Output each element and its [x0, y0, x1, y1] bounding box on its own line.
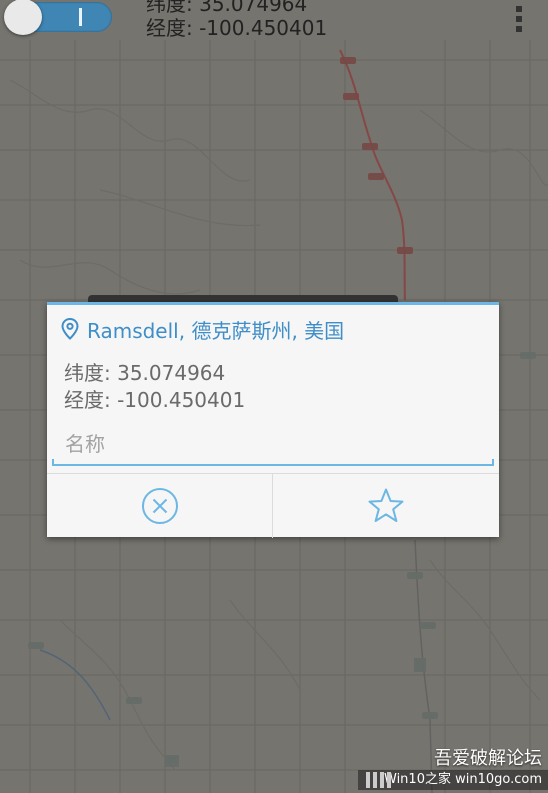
location-pin-icon — [61, 318, 79, 340]
location-dialog: Ramsdell, 德克萨斯州, 美国 纬度: 35.074964 经度: -1… — [47, 302, 499, 538]
top-coordinates: 纬度: 35.074964 经度: -100.450401 — [146, 0, 327, 40]
dialog-longitude: 经度: -100.450401 — [64, 388, 246, 412]
cancel-button[interactable] — [47, 474, 273, 538]
location-toggle[interactable] — [4, 0, 112, 35]
watermark: 吾爱破解论坛 Win10之家 win10go.com — [348, 740, 548, 793]
overflow-menu-icon[interactable] — [515, 4, 523, 34]
top-latitude: 纬度: 35.074964 — [146, 0, 308, 16]
name-input[interactable] — [52, 423, 494, 465]
name-input-underline — [52, 459, 494, 466]
favorite-button[interactable] — [273, 474, 499, 538]
star-icon — [368, 488, 404, 522]
location-title-row: Ramsdell, 德克萨斯州, 美国 — [61, 315, 344, 343]
dialog-latitude: 纬度: 35.074964 — [64, 361, 226, 385]
top-bar: 纬度: 35.074964 经度: -100.450401 — [0, 0, 548, 42]
top-longitude: 经度: -100.450401 — [146, 16, 328, 40]
dialog-button-row — [47, 473, 499, 538]
watermark-stripes — [366, 772, 391, 788]
watermark-forum: 吾爱破解论坛 — [434, 748, 542, 769]
location-title: Ramsdell, 德克萨斯州, 美国 — [87, 318, 345, 343]
toggle-knob[interactable] — [4, 0, 42, 35]
close-circle-icon — [141, 488, 178, 524]
watermark-site: Win10之家 win10go.com — [384, 772, 542, 787]
toggle-on-mark — [79, 8, 82, 26]
watermark-site-bar: Win10之家 win10go.com — [358, 770, 548, 790]
